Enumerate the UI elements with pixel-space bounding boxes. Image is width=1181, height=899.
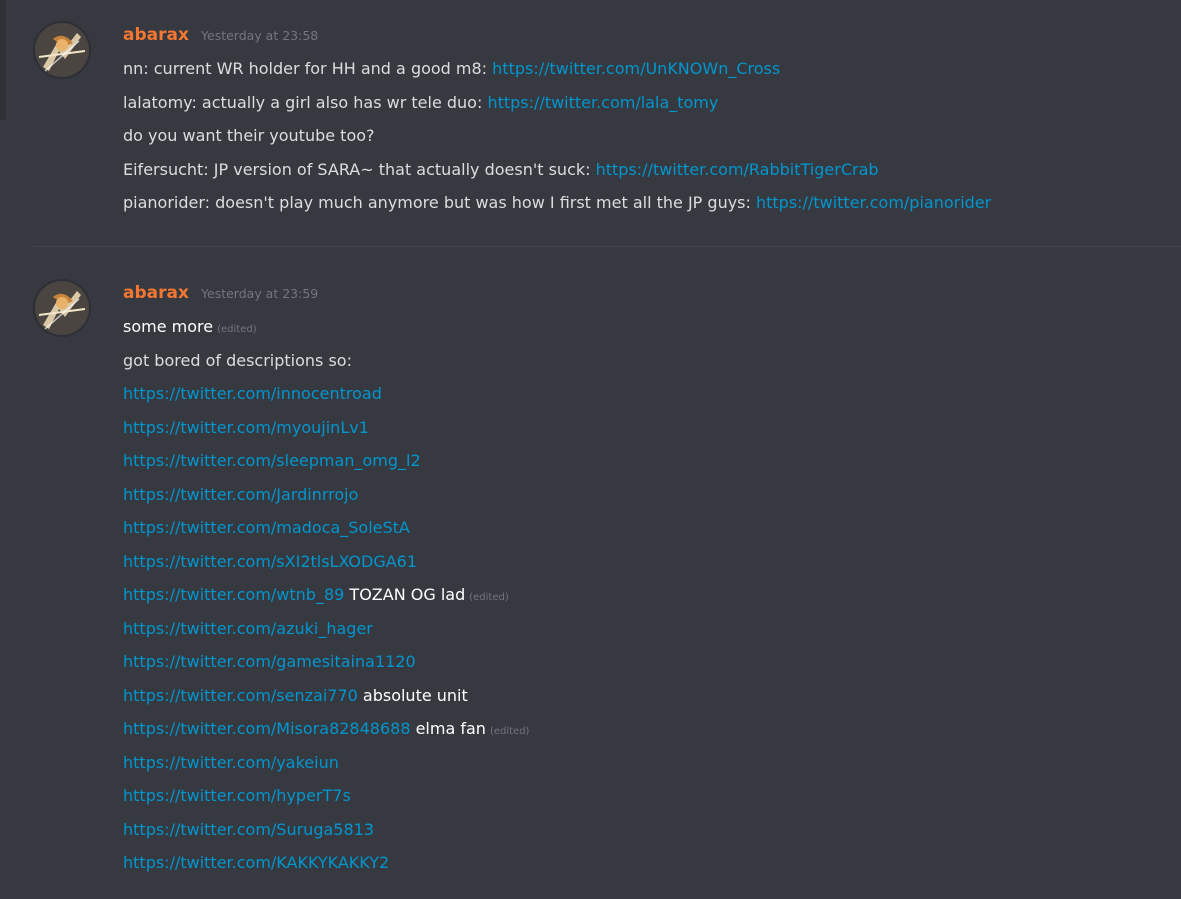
message-line: https://twitter.com/myoujinLv1	[123, 411, 1173, 445]
message-link[interactable]: https://twitter.com/azuki_hager	[123, 619, 373, 638]
message-line: https://twitter.com/Suruga5813	[123, 813, 1173, 847]
message-link[interactable]: https://twitter.com/KAKKYKAKKY2	[123, 853, 389, 872]
message-link[interactable]: https://twitter.com/sleepman_omg_l2	[123, 451, 421, 470]
message-line: https://twitter.com/KAKKYKAKKY2	[123, 846, 1173, 880]
avatar-image	[33, 21, 91, 79]
message-divider	[33, 246, 1181, 247]
message-line: lalatomy: actually a girl also has wr te…	[123, 86, 1173, 120]
user-avatar[interactable]	[33, 279, 91, 337]
edited-tag: (edited)	[469, 592, 509, 603]
message-text: lalatomy: actually a girl also has wr te…	[123, 92, 488, 112]
channel-rail-edge	[0, 0, 6, 120]
message-line: https://twitter.com/madoca_SoleStA	[123, 511, 1173, 545]
message-link[interactable]: https://twitter.com/myoujinLv1	[123, 418, 369, 437]
message-link[interactable]: https://twitter.com/Suruga5813	[123, 820, 374, 839]
message-line: https://twitter.com/sXI2tlsLXODGA61	[123, 545, 1173, 579]
message-text: TOZAN OG lad	[344, 585, 466, 604]
message-line: https://twitter.com/innocentroad	[123, 377, 1173, 411]
message-link[interactable]: https://twitter.com/hyperT7s	[123, 786, 351, 805]
message-line: https://twitter.com/sleepman_omg_l2	[123, 444, 1173, 478]
message-line: https://twitter.com/senzai770 absolute u…	[123, 679, 1173, 713]
message-link[interactable]: https://twitter.com/madoca_SoleStA	[123, 518, 410, 537]
message-line: got bored of descriptions so:	[123, 344, 1173, 378]
message-line: some more (edited)	[123, 310, 1173, 344]
message-link[interactable]: https://twitter.com/pianorider	[756, 193, 991, 212]
message-link[interactable]: https://twitter.com/lala_tomy	[487, 93, 718, 112]
message-link[interactable]: https://twitter.com/Misora82848688	[123, 719, 411, 738]
timestamp[interactable]: Yesterday at 23:58	[201, 28, 318, 43]
message-line: https://twitter.com/Misora82848688 elma …	[123, 712, 1173, 746]
message-line: https://twitter.com/wtnb_89 TOZAN OG lad…	[123, 578, 1173, 612]
message-line: pianorider: doesn't play much anymore bu…	[123, 186, 1173, 220]
message-header: abarax Yesterday at 23:59	[123, 276, 1173, 310]
message-text: pianorider: doesn't play much anymore bu…	[123, 193, 756, 212]
edited-tag: (edited)	[217, 324, 257, 335]
message-content: abarax Yesterday at 23:59 some more (edit…	[123, 276, 1173, 880]
message-text: Eifersucht: JP version of SARA~ that act…	[123, 159, 596, 179]
message-line: https://twitter.com/yakeiun	[123, 746, 1173, 780]
message-line: https://twitter.com/Jardinrrojo	[123, 478, 1173, 512]
message-text: elma fan	[410, 719, 486, 738]
message-link[interactable]: https://twitter.com/sXI2tlsLXODGA61	[123, 552, 417, 571]
message-text: absolute unit	[357, 685, 468, 705]
message-line: https://twitter.com/gamesitaina1120	[123, 645, 1173, 679]
message-content: abarax Yesterday at 23:58 nn: current WR…	[123, 18, 1173, 220]
message-line: nn: current WR holder for HH and a good …	[123, 52, 1173, 86]
message-link[interactable]: https://twitter.com/UnKNOWn_Cross	[492, 59, 780, 78]
message-link[interactable]: https://twitter.com/RabbitTigerCrab	[596, 160, 879, 179]
message-link[interactable]: https://twitter.com/Jardinrrojo	[123, 485, 358, 504]
message-link[interactable]: https://twitter.com/gamesitaina1120	[123, 652, 416, 671]
message-text: nn: current WR holder for HH and a good …	[123, 59, 493, 78]
message-line: https://twitter.com/hyperT7s	[123, 779, 1173, 813]
message-text: got bored of descriptions so:	[123, 350, 352, 370]
avatar-image	[33, 279, 91, 337]
edited-tag: (edited)	[489, 726, 530, 737]
message-line: https://twitter.com/azuki_hager	[123, 612, 1173, 646]
message-header: abarax Yesterday at 23:58	[123, 18, 1173, 52]
timestamp[interactable]: Yesterday at 23:59	[201, 286, 318, 301]
message-text: do you want their youtube too?	[123, 126, 375, 145]
username[interactable]: abarax	[123, 283, 189, 303]
message-line: do you want their youtube too?	[123, 119, 1173, 153]
message-text: some more	[123, 317, 214, 336]
username[interactable]: abarax	[123, 25, 189, 45]
user-avatar[interactable]	[33, 21, 91, 79]
message-link[interactable]: https://twitter.com/senzai770	[123, 686, 358, 705]
message-link[interactable]: https://twitter.com/yakeiun	[123, 753, 339, 772]
chat-pane: abarax Yesterday at 23:58 nn: current WR…	[0, 0, 1181, 899]
message-link[interactable]: https://twitter.com/innocentroad	[123, 384, 382, 403]
message-line: Eifersucht: JP version of SARA~ that act…	[123, 153, 1173, 187]
message-link[interactable]: https://twitter.com/wtnb_89	[123, 585, 344, 604]
